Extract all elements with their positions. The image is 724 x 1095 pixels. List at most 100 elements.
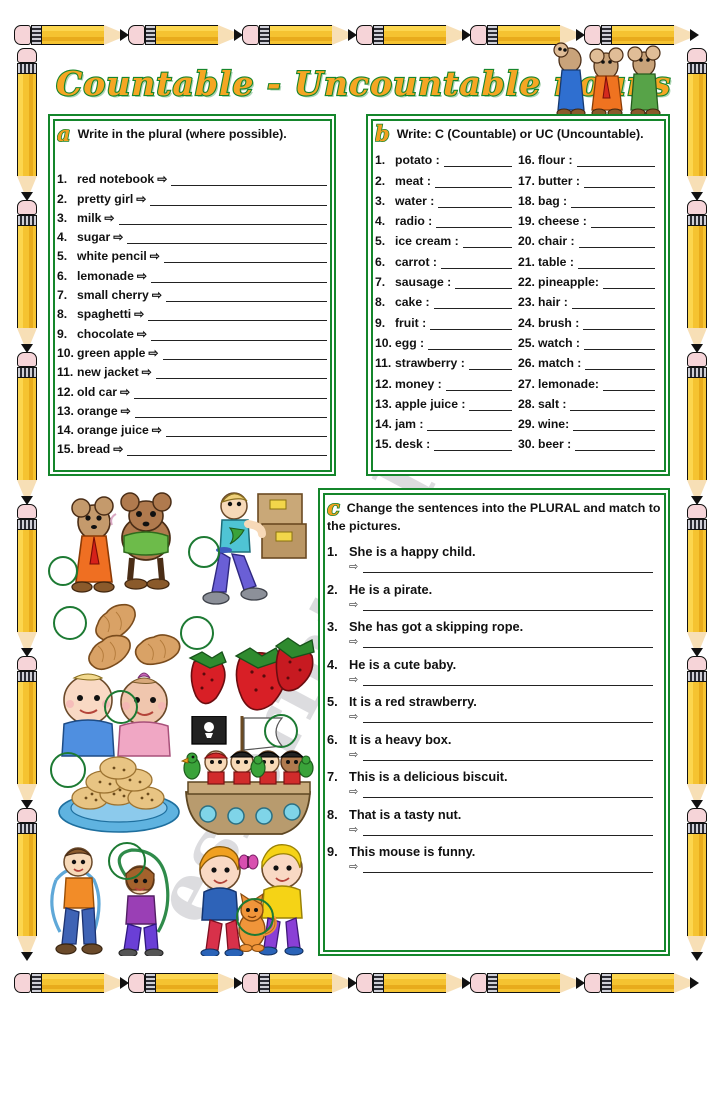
answer-blank[interactable] xyxy=(571,295,655,310)
list-item: 9. fruit : xyxy=(375,309,518,330)
list-item: 26. match : xyxy=(518,350,661,371)
match-circle[interactable] xyxy=(53,606,87,640)
answer-blank[interactable] xyxy=(434,174,512,188)
item-word: apple juice : xyxy=(395,396,466,411)
answer-blank[interactable] xyxy=(162,346,327,360)
answer-blank[interactable] xyxy=(576,153,655,168)
answer-blank[interactable] xyxy=(363,861,653,873)
item-number: 4. xyxy=(375,214,386,229)
item-number: 6. xyxy=(375,254,386,269)
list-item: 17. butter : xyxy=(518,167,661,188)
answer-blank[interactable] xyxy=(455,275,512,290)
answer-blank[interactable] xyxy=(445,377,512,391)
list-item: 24. brush : xyxy=(518,309,661,330)
answer-blank[interactable] xyxy=(363,599,653,611)
picture-peanuts[interactable]: tasty nuts xyxy=(84,600,194,672)
answer-blank[interactable] xyxy=(578,234,655,249)
answer-blank[interactable] xyxy=(166,423,327,438)
instruction-text-3: (Uncountable). xyxy=(553,127,644,141)
item-word: bag : xyxy=(538,193,568,208)
picture-mice[interactable]: two funny mice xyxy=(54,492,184,600)
answer-blank[interactable] xyxy=(585,356,655,371)
answer-blank[interactable] xyxy=(127,230,327,245)
answer-blank[interactable] xyxy=(166,288,327,303)
answer-blank[interactable] xyxy=(583,316,655,330)
pencil-tip xyxy=(687,936,707,961)
answer-blank[interactable] xyxy=(583,174,655,188)
answer-blank[interactable] xyxy=(441,255,512,269)
list-item: 20. chair : xyxy=(518,228,661,249)
answer-blank[interactable] xyxy=(134,385,327,399)
answer-blank[interactable] xyxy=(151,327,327,341)
item-number: 17. xyxy=(518,173,535,188)
answer-blank[interactable] xyxy=(151,269,327,283)
answer-blank[interactable] xyxy=(602,377,655,391)
answer-blank[interactable] xyxy=(148,307,327,322)
answer-blank[interactable] xyxy=(570,397,655,411)
answer-blank[interactable] xyxy=(428,336,512,350)
answer-blank[interactable] xyxy=(462,234,512,249)
worksheet-page: Countable - Uncountable nouns eslprintab… xyxy=(0,0,724,1024)
answer-blank[interactable] xyxy=(575,437,655,452)
answer-blank[interactable] xyxy=(583,336,655,350)
answer-blank[interactable] xyxy=(163,249,327,264)
item-number: 13. xyxy=(57,403,74,418)
answer-blank[interactable] xyxy=(433,295,512,310)
match-circle[interactable] xyxy=(50,752,86,788)
match-circle[interactable] xyxy=(48,556,78,586)
answer-blank[interactable] xyxy=(155,365,327,380)
pencil-icon xyxy=(128,970,243,996)
match-circle[interactable] xyxy=(236,898,274,936)
answer-blank[interactable] xyxy=(363,561,653,573)
match-circle[interactable] xyxy=(104,690,138,724)
item-number: 7. xyxy=(375,275,386,290)
answer-blank[interactable] xyxy=(443,153,512,168)
answer-blank[interactable] xyxy=(438,194,512,208)
answer-blank[interactable] xyxy=(363,824,653,836)
answer-blank[interactable] xyxy=(134,404,327,418)
answer-blank[interactable] xyxy=(571,194,655,208)
answer-blank[interactable] xyxy=(427,417,512,432)
answer-blank[interactable] xyxy=(171,172,327,187)
item-number: 5. xyxy=(375,234,386,249)
answer-blank[interactable] xyxy=(430,316,512,330)
list-item: 12. money : xyxy=(375,370,518,391)
answer-blank[interactable] xyxy=(602,275,655,290)
answer-blank[interactable] xyxy=(434,437,512,452)
answer-blank[interactable] xyxy=(363,786,653,798)
answer-blank[interactable] xyxy=(127,442,327,457)
exercise-c-instruction: c Change the sentences into the PLURAL an… xyxy=(327,497,661,534)
answer-blank[interactable] xyxy=(590,214,655,229)
pencil-ferrule xyxy=(31,25,42,45)
answer-blank[interactable] xyxy=(436,214,512,229)
answer-blank[interactable] xyxy=(468,356,512,371)
match-circle[interactable] xyxy=(264,714,298,748)
match-circle[interactable] xyxy=(180,616,214,650)
answer-blank[interactable] xyxy=(118,211,327,225)
pencil-icon xyxy=(14,504,40,657)
item-number: 3. xyxy=(375,193,386,208)
answer-blank[interactable] xyxy=(469,397,512,411)
pencil-body xyxy=(384,973,446,993)
arrow-icon: ⇨ xyxy=(119,384,131,399)
item-sentence: That is a tasty nut. xyxy=(349,806,462,822)
answer-blank[interactable] xyxy=(363,711,653,723)
pencil-icon xyxy=(14,656,40,809)
item-word: meat : xyxy=(395,173,431,188)
answer-blank[interactable] xyxy=(573,417,655,432)
item-number: 11. xyxy=(57,365,74,380)
pencil-body xyxy=(384,25,446,45)
item-word: water : xyxy=(395,193,435,208)
pencil-eraser xyxy=(687,504,707,519)
answer-blank[interactable] xyxy=(150,192,327,206)
answer-blank[interactable] xyxy=(577,255,655,269)
item-word: ice cream : xyxy=(395,234,459,249)
answer-blank[interactable] xyxy=(363,636,653,648)
match-circle[interactable] xyxy=(108,842,146,880)
list-item: 8. spaghetti ⇨ xyxy=(57,302,327,322)
list-item: 12. old car ⇨ xyxy=(57,379,327,399)
match-circle[interactable] xyxy=(188,536,220,568)
item-word: hair : xyxy=(538,295,568,310)
answer-blank[interactable] xyxy=(363,749,653,761)
answer-blank[interactable] xyxy=(363,674,653,686)
